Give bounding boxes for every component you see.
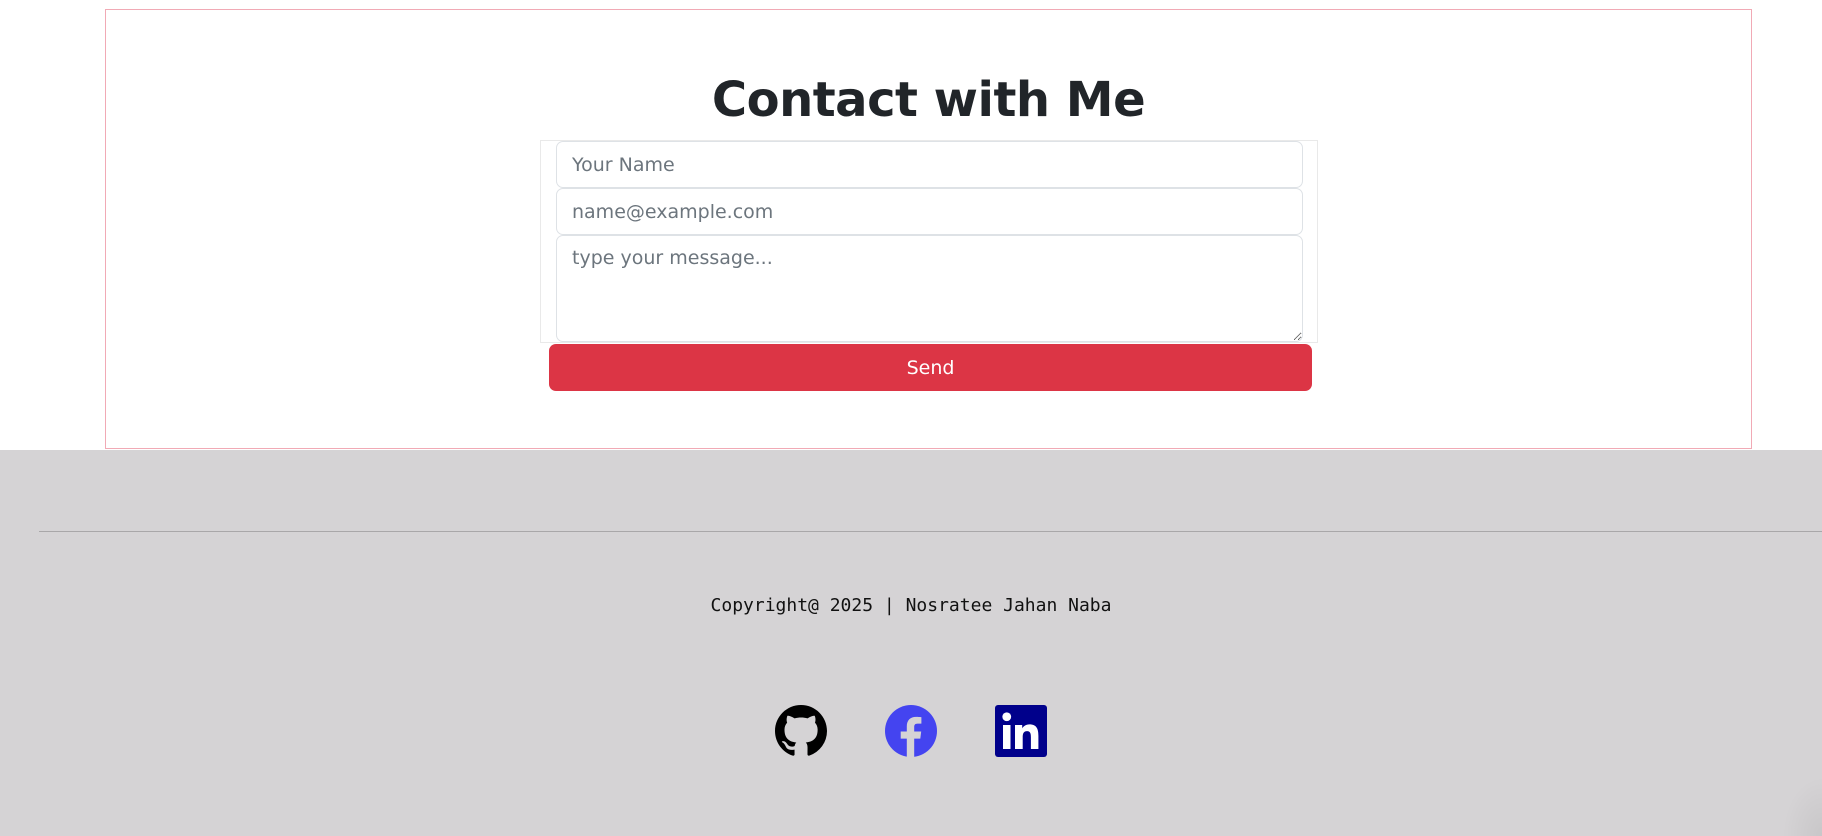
facebook-icon <box>885 705 937 757</box>
contact-section: Contact with Me Send <box>105 9 1752 449</box>
facebook-link[interactable] <box>885 705 937 757</box>
footer: Copyright@ 2025 | Nosratee Jahan Naba <box>0 450 1822 836</box>
linkedin-link[interactable] <box>995 705 1047 757</box>
page-title: Contact with Me <box>711 72 1146 128</box>
github-link[interactable] <box>775 705 827 757</box>
corner-shadow <box>1782 776 1822 836</box>
send-button[interactable]: Send <box>549 344 1312 391</box>
name-input[interactable] <box>556 141 1303 188</box>
contact-form <box>540 140 1318 343</box>
linkedin-icon <box>995 705 1047 757</box>
message-textarea[interactable] <box>556 235 1303 342</box>
email-input[interactable] <box>556 188 1303 235</box>
copyright-text: Copyright@ 2025 | Nosratee Jahan Naba <box>710 595 1112 616</box>
social-links <box>0 705 1822 757</box>
footer-divider <box>39 531 1822 532</box>
github-icon <box>775 705 827 756</box>
